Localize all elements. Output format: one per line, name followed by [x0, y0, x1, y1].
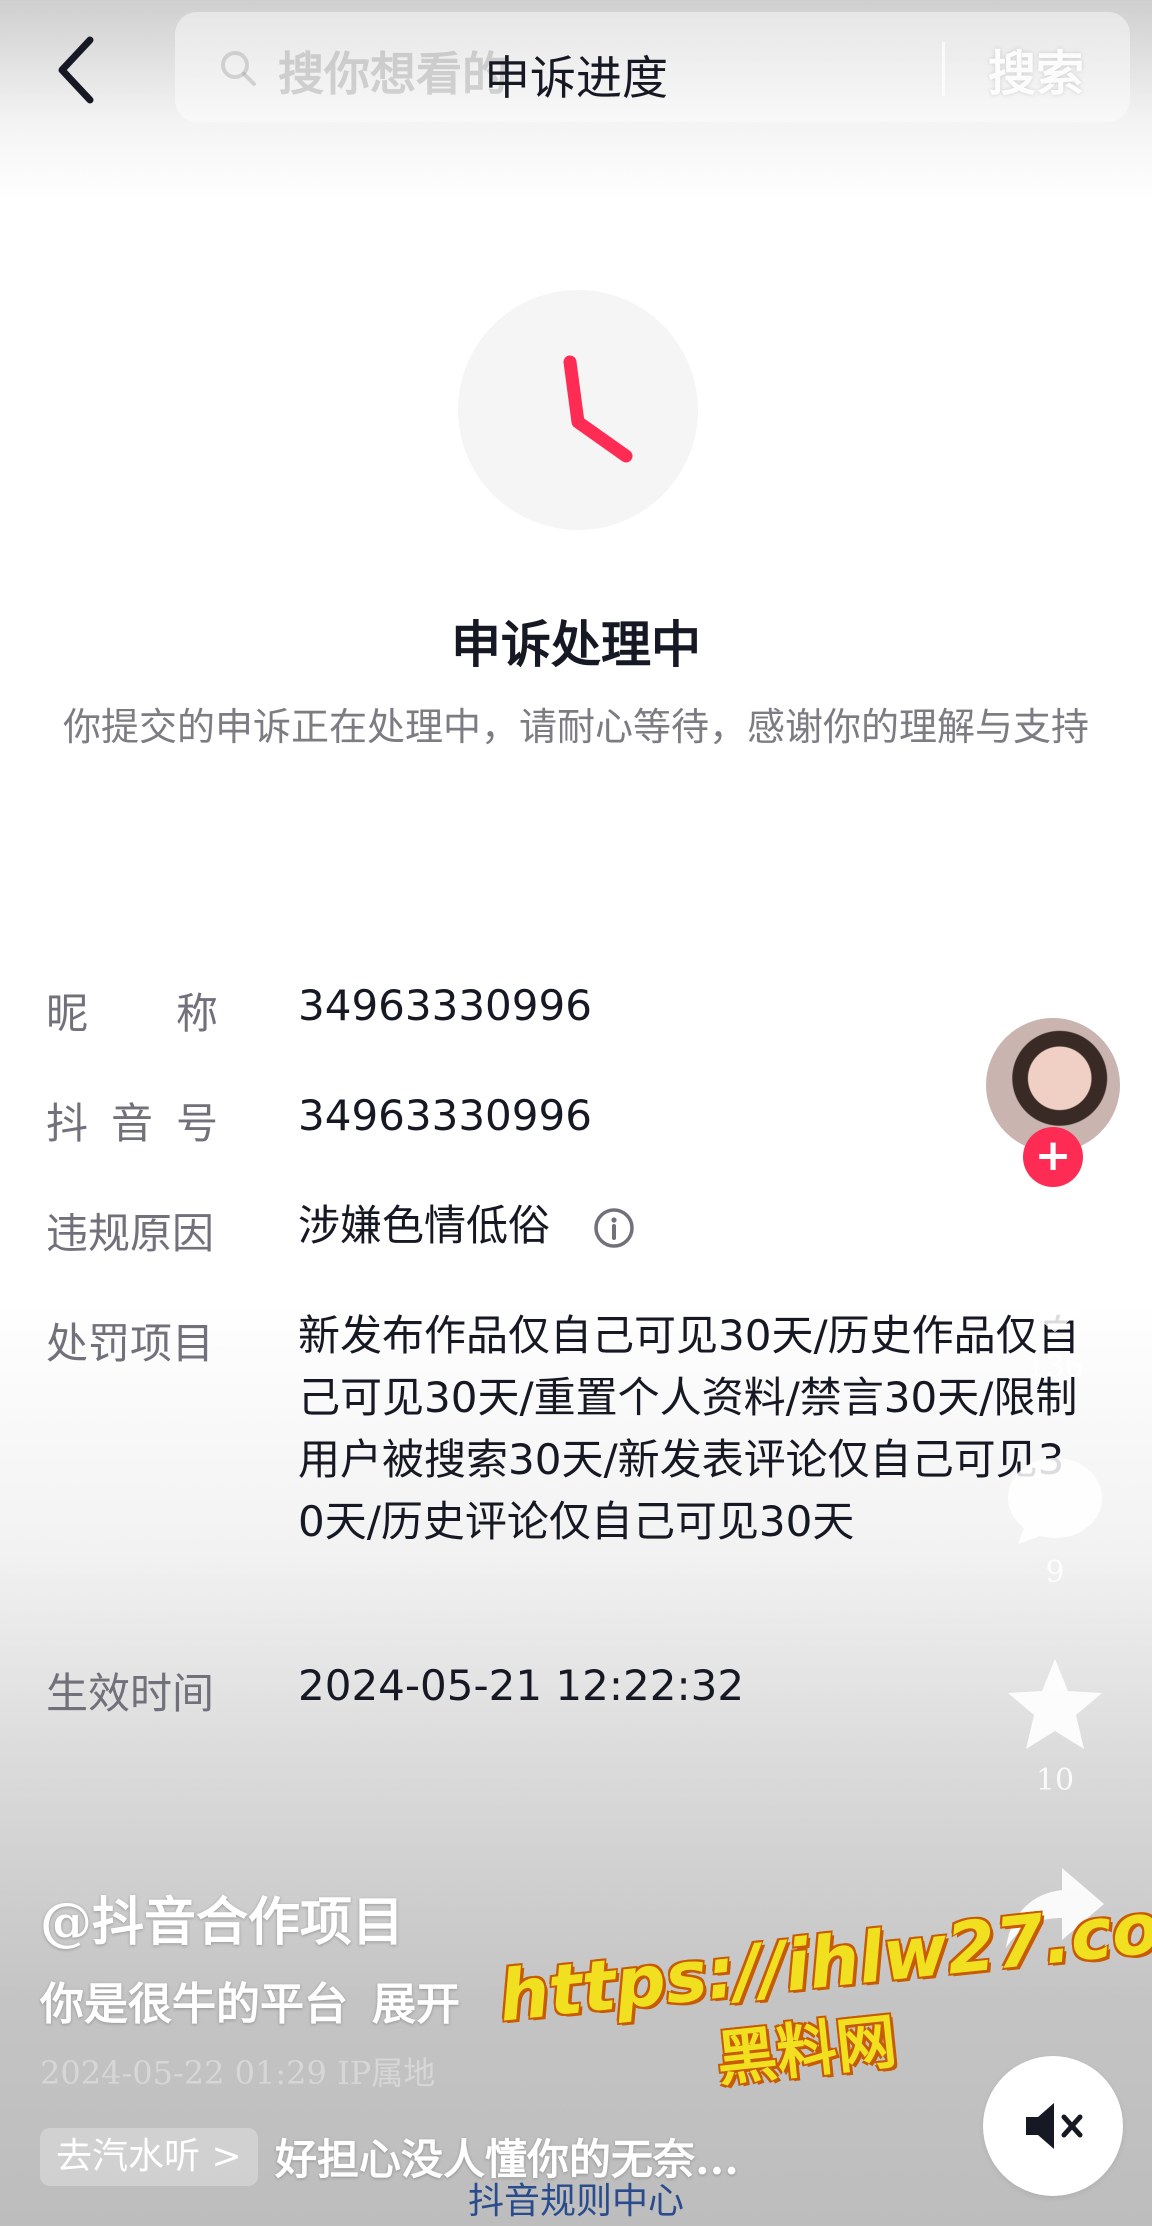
douyin-id-label: 抖音号 — [46, 1099, 242, 1148]
nickname-label: 昵称 — [46, 989, 307, 1038]
publish-meta: 2024-05-22 01:29 IP属地 — [40, 2054, 436, 2092]
violation-reason-value: 涉嫌色情低俗 — [298, 1201, 551, 1250]
video-caption: 你是很牛的平台 展开 — [40, 1968, 460, 2032]
status-description: 你提交的申诉正在处理中，请耐心等待，感谢你的理解与支持 — [62, 705, 1089, 749]
info-icon[interactable] — [593, 1207, 635, 1249]
violation-reason-label: 违规原因 — [46, 1209, 215, 1258]
author-name[interactable]: @抖音合作项目 — [40, 1880, 404, 1955]
clock-icon — [563, 355, 633, 463]
caption-text: 你是很牛的平台 — [40, 1979, 348, 2030]
comment-icon[interactable] — [1000, 1450, 1110, 1550]
effective-time-label: 生效时间 — [46, 1669, 215, 1718]
speaker-muted-icon[interactable] — [1018, 2091, 1088, 2161]
douyin-id-value: 34963330996 — [298, 1091, 592, 1140]
favorite-count: 10 — [1035, 1763, 1075, 1798]
star-icon[interactable] — [1000, 1655, 1110, 1755]
heart-icon[interactable] — [1000, 1240, 1110, 1340]
comment-count: 9 — [1045, 1555, 1065, 1590]
rules-center-link[interactable]: 抖音规则中心 — [0, 2172, 1152, 2224]
status-title: 申诉处理中 — [451, 616, 701, 674]
follow-button[interactable]: + — [1023, 1127, 1083, 1187]
penalty-label: 处罚项目 — [46, 1319, 215, 1368]
penalty-value: 新发布作品仅自己可见30天/历史作品仅自己可见30天/重置个人资料/禁言30天/… — [298, 1311, 1080, 1546]
page-title: 申诉进度 — [484, 51, 668, 105]
like-count: 136 — [1026, 1350, 1084, 1385]
effective-time-value: 2024-05-21 12:22:32 — [298, 1661, 745, 1710]
nickname-value: 34963330996 — [298, 981, 592, 1030]
expand-button[interactable]: 展开 — [372, 1979, 460, 2030]
